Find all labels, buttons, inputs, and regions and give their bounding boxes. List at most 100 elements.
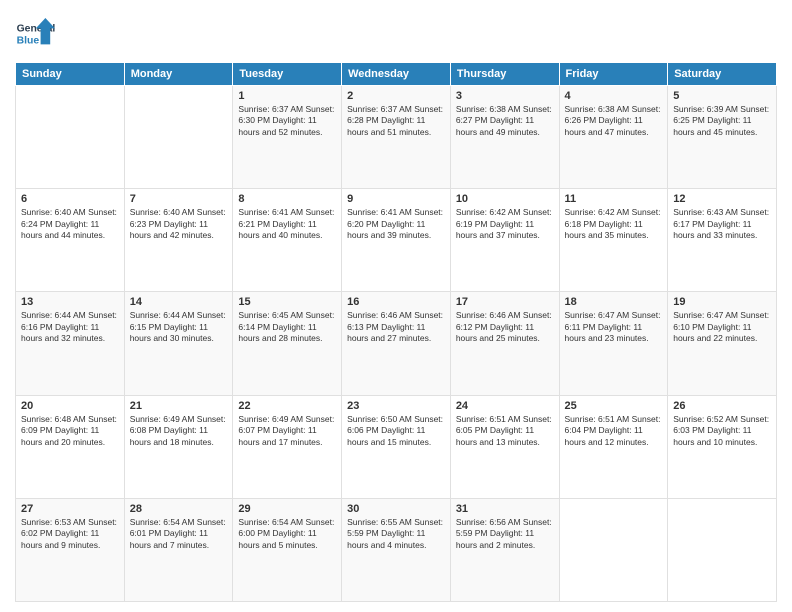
day-number: 5 bbox=[673, 90, 771, 102]
day-number: 11 bbox=[565, 193, 663, 205]
calendar-cell bbox=[16, 86, 125, 189]
day-info: Sunrise: 6:40 AM Sunset: 6:24 PM Dayligh… bbox=[21, 207, 119, 241]
page: General Blue SundayMondayTuesdayWednesda… bbox=[0, 0, 792, 612]
day-number: 31 bbox=[456, 503, 554, 515]
day-info: Sunrise: 6:41 AM Sunset: 6:20 PM Dayligh… bbox=[347, 207, 445, 241]
calendar-cell: 15Sunrise: 6:45 AM Sunset: 6:14 PM Dayli… bbox=[233, 292, 342, 395]
day-number: 7 bbox=[130, 193, 228, 205]
weekday-header-tuesday: Tuesday bbox=[233, 63, 342, 86]
day-info: Sunrise: 6:44 AM Sunset: 6:15 PM Dayligh… bbox=[130, 310, 228, 344]
day-number: 19 bbox=[673, 296, 771, 308]
weekday-header-monday: Monday bbox=[124, 63, 233, 86]
day-number: 20 bbox=[21, 400, 119, 412]
day-info: Sunrise: 6:52 AM Sunset: 6:03 PM Dayligh… bbox=[673, 414, 771, 448]
header: General Blue bbox=[15, 10, 777, 54]
day-info: Sunrise: 6:38 AM Sunset: 6:27 PM Dayligh… bbox=[456, 104, 554, 138]
calendar-cell: 30 Sunrise: 6:55 AM Sunset: 5:59 PM Dayli… bbox=[342, 498, 451, 601]
calendar-cell: 12Sunrise: 6:43 AM Sunset: 6:17 PM Dayli… bbox=[668, 189, 777, 292]
calendar-cell: 1Sunrise: 6:37 AM Sunset: 6:30 PM Daylig… bbox=[233, 86, 342, 189]
calendar-cell: 27Sunrise: 6:53 AM Sunset: 6:02 PM Dayli… bbox=[16, 498, 125, 601]
day-info: Sunrise: 6:50 AM Sunset: 6:06 PM Dayligh… bbox=[347, 414, 445, 448]
calendar-cell: 31 Sunrise: 6:56 AM Sunset: 5:59 PM Dayli… bbox=[450, 498, 559, 601]
calendar-cell: 14 Sunrise: 6:44 AM Sunset: 6:15 PM Dayli… bbox=[124, 292, 233, 395]
day-info: Sunrise: 6:46 AM Sunset: 6:13 PM Dayligh… bbox=[347, 310, 445, 344]
day-number: 10 bbox=[456, 193, 554, 205]
weekday-header-wednesday: Wednesday bbox=[342, 63, 451, 86]
day-number: 6 bbox=[21, 193, 119, 205]
day-number: 30 bbox=[347, 503, 445, 515]
day-info: Sunrise: 6:38 AM Sunset: 6:26 PM Dayligh… bbox=[565, 104, 663, 138]
calendar-cell: 6 Sunrise: 6:40 AM Sunset: 6:24 PM Daylig… bbox=[16, 189, 125, 292]
week-row-2: 6 Sunrise: 6:40 AM Sunset: 6:24 PM Daylig… bbox=[16, 189, 777, 292]
calendar-cell: 28 Sunrise: 6:54 AM Sunset: 6:01 PM Dayli… bbox=[124, 498, 233, 601]
day-number: 25 bbox=[565, 400, 663, 412]
day-info: Sunrise: 6:51 AM Sunset: 6:04 PM Dayligh… bbox=[565, 414, 663, 448]
calendar-cell: 11 Sunrise: 6:42 AM Sunset: 6:18 PM Dayli… bbox=[559, 189, 668, 292]
day-info: Sunrise: 6:47 AM Sunset: 6:10 PM Dayligh… bbox=[673, 310, 771, 344]
day-info: Sunrise: 6:56 AM Sunset: 5:59 PM Dayligh… bbox=[456, 517, 554, 551]
calendar-cell: 26 Sunrise: 6:52 AM Sunset: 6:03 PM Dayli… bbox=[668, 395, 777, 498]
day-info: Sunrise: 6:44 AM Sunset: 6:16 PM Dayligh… bbox=[21, 310, 119, 344]
day-number: 9 bbox=[347, 193, 445, 205]
calendar-cell: 25 Sunrise: 6:51 AM Sunset: 6:04 PM Dayli… bbox=[559, 395, 668, 498]
day-number: 13 bbox=[21, 296, 119, 308]
day-info: Sunrise: 6:47 AM Sunset: 6:11 PM Dayligh… bbox=[565, 310, 663, 344]
day-info: Sunrise: 6:45 AM Sunset: 6:14 PM Dayligh… bbox=[238, 310, 336, 344]
day-number: 21 bbox=[130, 400, 228, 412]
calendar-cell: 5 Sunrise: 6:39 AM Sunset: 6:25 PM Daylig… bbox=[668, 86, 777, 189]
day-info: Sunrise: 6:42 AM Sunset: 6:19 PM Dayligh… bbox=[456, 207, 554, 241]
day-number: 14 bbox=[130, 296, 228, 308]
day-info: Sunrise: 6:49 AM Sunset: 6:08 PM Dayligh… bbox=[130, 414, 228, 448]
calendar: SundayMondayTuesdayWednesdayThursdayFrid… bbox=[15, 62, 777, 602]
day-info: Sunrise: 6:40 AM Sunset: 6:23 PM Dayligh… bbox=[130, 207, 228, 241]
day-info: Sunrise: 6:54 AM Sunset: 6:00 PM Dayligh… bbox=[238, 517, 336, 551]
calendar-cell: 29 Sunrise: 6:54 AM Sunset: 6:00 PM Dayli… bbox=[233, 498, 342, 601]
day-info: Sunrise: 6:49 AM Sunset: 6:07 PM Dayligh… bbox=[238, 414, 336, 448]
calendar-cell: 23 Sunrise: 6:50 AM Sunset: 6:06 PM Dayli… bbox=[342, 395, 451, 498]
day-info: Sunrise: 6:51 AM Sunset: 6:05 PM Dayligh… bbox=[456, 414, 554, 448]
day-info: Sunrise: 6:48 AM Sunset: 6:09 PM Dayligh… bbox=[21, 414, 119, 448]
calendar-header: SundayMondayTuesdayWednesdayThursdayFrid… bbox=[16, 63, 777, 86]
day-number: 26 bbox=[673, 400, 771, 412]
day-info: Sunrise: 6:43 AM Sunset: 6:17 PM Dayligh… bbox=[673, 207, 771, 241]
calendar-cell: 21 Sunrise: 6:49 AM Sunset: 6:08 PM Dayli… bbox=[124, 395, 233, 498]
day-info: Sunrise: 6:54 AM Sunset: 6:01 PM Dayligh… bbox=[130, 517, 228, 551]
day-info: Sunrise: 6:39 AM Sunset: 6:25 PM Dayligh… bbox=[673, 104, 771, 138]
weekday-header-thursday: Thursday bbox=[450, 63, 559, 86]
day-info: Sunrise: 6:41 AM Sunset: 6:21 PM Dayligh… bbox=[238, 207, 336, 241]
calendar-cell: 16 Sunrise: 6:46 AM Sunset: 6:13 PM Dayli… bbox=[342, 292, 451, 395]
calendar-body: 1Sunrise: 6:37 AM Sunset: 6:30 PM Daylig… bbox=[16, 86, 777, 602]
calendar-cell: 24 Sunrise: 6:51 AM Sunset: 6:05 PM Dayli… bbox=[450, 395, 559, 498]
day-number: 4 bbox=[565, 90, 663, 102]
week-row-3: 13 Sunrise: 6:44 AM Sunset: 6:16 PM Dayli… bbox=[16, 292, 777, 395]
day-info: Sunrise: 6:37 AM Sunset: 6:30 PM Dayligh… bbox=[238, 104, 336, 138]
week-row-1: 1Sunrise: 6:37 AM Sunset: 6:30 PM Daylig… bbox=[16, 86, 777, 189]
logo: General Blue bbox=[15, 14, 59, 54]
calendar-cell: 19 Sunrise: 6:47 AM Sunset: 6:10 PM Dayli… bbox=[668, 292, 777, 395]
calendar-cell bbox=[668, 498, 777, 601]
day-number: 23 bbox=[347, 400, 445, 412]
svg-text:Blue: Blue bbox=[17, 36, 40, 47]
calendar-cell: 8 Sunrise: 6:41 AM Sunset: 6:21 PM Daylig… bbox=[233, 189, 342, 292]
day-number: 3 bbox=[456, 90, 554, 102]
logo-icon: General Blue bbox=[15, 14, 55, 54]
day-info: Sunrise: 6:42 AM Sunset: 6:18 PM Dayligh… bbox=[565, 207, 663, 241]
weekday-header-sunday: Sunday bbox=[16, 63, 125, 86]
weekday-header-friday: Friday bbox=[559, 63, 668, 86]
calendar-cell: 9 Sunrise: 6:41 AM Sunset: 6:20 PM Daylig… bbox=[342, 189, 451, 292]
day-info: Sunrise: 6:55 AM Sunset: 5:59 PM Dayligh… bbox=[347, 517, 445, 551]
calendar-cell: 2Sunrise: 6:37 AM Sunset: 6:28 PM Daylig… bbox=[342, 86, 451, 189]
day-info: Sunrise: 6:53 AM Sunset: 6:02 PM Dayligh… bbox=[21, 517, 119, 551]
day-number: 24 bbox=[456, 400, 554, 412]
calendar-cell: 20 Sunrise: 6:48 AM Sunset: 6:09 PM Dayli… bbox=[16, 395, 125, 498]
calendar-cell: 13 Sunrise: 6:44 AM Sunset: 6:16 PM Dayli… bbox=[16, 292, 125, 395]
calendar-cell: 7 Sunrise: 6:40 AM Sunset: 6:23 PM Daylig… bbox=[124, 189, 233, 292]
day-number: 28 bbox=[130, 503, 228, 515]
day-info: Sunrise: 6:37 AM Sunset: 6:28 PM Dayligh… bbox=[347, 104, 445, 138]
day-info: Sunrise: 6:46 AM Sunset: 6:12 PM Dayligh… bbox=[456, 310, 554, 344]
day-number: 29 bbox=[238, 503, 336, 515]
day-number: 8 bbox=[238, 193, 336, 205]
calendar-cell: 3 Sunrise: 6:38 AM Sunset: 6:27 PM Daylig… bbox=[450, 86, 559, 189]
day-number: 16 bbox=[347, 296, 445, 308]
day-number: 22 bbox=[238, 400, 336, 412]
